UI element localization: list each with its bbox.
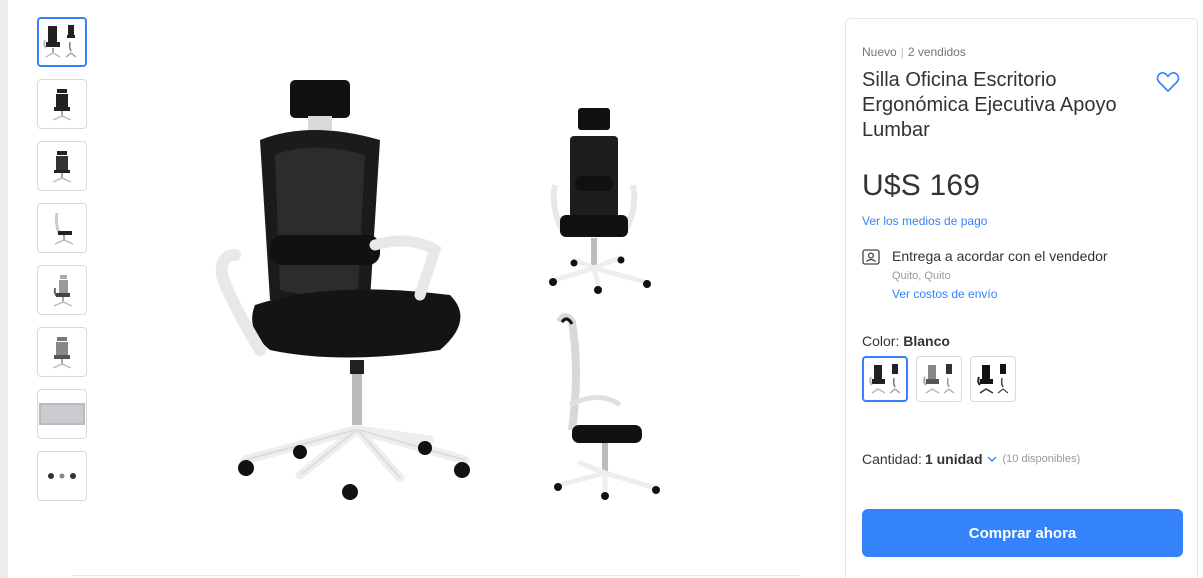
color-variants (862, 356, 1181, 402)
buy-now-button[interactable]: Comprar ahora (862, 509, 1183, 557)
quantity-selector[interactable]: 1 unidad (925, 451, 983, 467)
sold-count: 2 vendidos (907, 45, 966, 59)
payment-methods-link[interactable]: Ver los medios de pago (862, 214, 987, 228)
product-price: U$S 169 (862, 169, 981, 202)
thumbnail-list (37, 17, 89, 513)
chair-angle-thumb-icon (53, 275, 73, 307)
buy-box: Nuevo | 2 vendidos Silla Oficina Escritori… (845, 18, 1198, 578)
chair-variant-gray-icon (923, 364, 955, 394)
thumbnail-1[interactable] (37, 17, 87, 67)
heart-icon (1156, 71, 1180, 92)
color-variant-2[interactable] (916, 356, 962, 402)
color-value: Blanco (903, 333, 950, 349)
thumbnail-8[interactable] (37, 451, 87, 501)
chair-back-thumb-icon (52, 151, 72, 183)
quantity-available: (10 disponibles) (1002, 453, 1081, 465)
title-row: Silla Oficina Escritorio Ergonómica Ejec… (862, 68, 1181, 143)
product-title: Silla Oficina Escritorio Ergonómica Ejec… (862, 69, 1117, 141)
delivery-info: Entrega a acordar con el vendedor Quito,… (862, 248, 1181, 303)
thumbnail-6[interactable] (37, 327, 87, 377)
condition-label: Nuevo (862, 45, 897, 59)
chair-pair-thumb-icon (43, 25, 77, 58)
thumbnail-3[interactable] (37, 141, 87, 191)
thumbnail-2[interactable] (37, 79, 87, 129)
color-variant-1[interactable] (862, 356, 908, 402)
shipping-costs-link[interactable]: Ver costos de envío (892, 287, 997, 301)
chair-variant-black-icon (869, 364, 901, 394)
product-subtitle: Nuevo | 2 vendidos (862, 45, 1181, 59)
subtitle-separator: | (900, 45, 904, 59)
delivery-text-group: Entrega a acordar con el vendedor Quito,… (892, 248, 1108, 303)
delivery-location: Quito, Quito (892, 270, 951, 282)
product-page: Nuevo | 2 vendidos Silla Oficina Escritori… (0, 0, 1203, 578)
color-label: Color: Blanco (862, 333, 1181, 349)
seller-delivery-icon (862, 249, 880, 265)
quantity-label: Cantidad: (862, 451, 922, 467)
chair-side-thumb-icon (54, 212, 74, 245)
thumbnail-5[interactable] (37, 265, 87, 315)
chair-gray-thumb-icon (52, 337, 72, 369)
chair-variant-black-base-icon (977, 364, 1009, 394)
left-scroll-rail (0, 0, 8, 578)
favorite-button[interactable] (1155, 70, 1181, 94)
product-gallery-image[interactable] (200, 60, 720, 520)
quantity-row: Cantidad: 1 unidad (10 disponibles) (862, 451, 1181, 467)
delivery-text: Entrega a acordar con el vendedor (892, 248, 1108, 264)
fabric-detail-thumb-icon (39, 403, 85, 425)
parts-thumb-icon (48, 473, 76, 479)
color-variant-3[interactable] (970, 356, 1016, 402)
chevron-down-icon[interactable] (987, 455, 997, 463)
office-chair-photo (215, 80, 660, 500)
thumbnail-4[interactable] (37, 203, 87, 253)
color-label-text: Color: (862, 333, 904, 349)
chair-front-thumb-icon (52, 89, 72, 121)
gallery-divider (72, 575, 800, 576)
thumbnail-7[interactable] (37, 389, 87, 439)
